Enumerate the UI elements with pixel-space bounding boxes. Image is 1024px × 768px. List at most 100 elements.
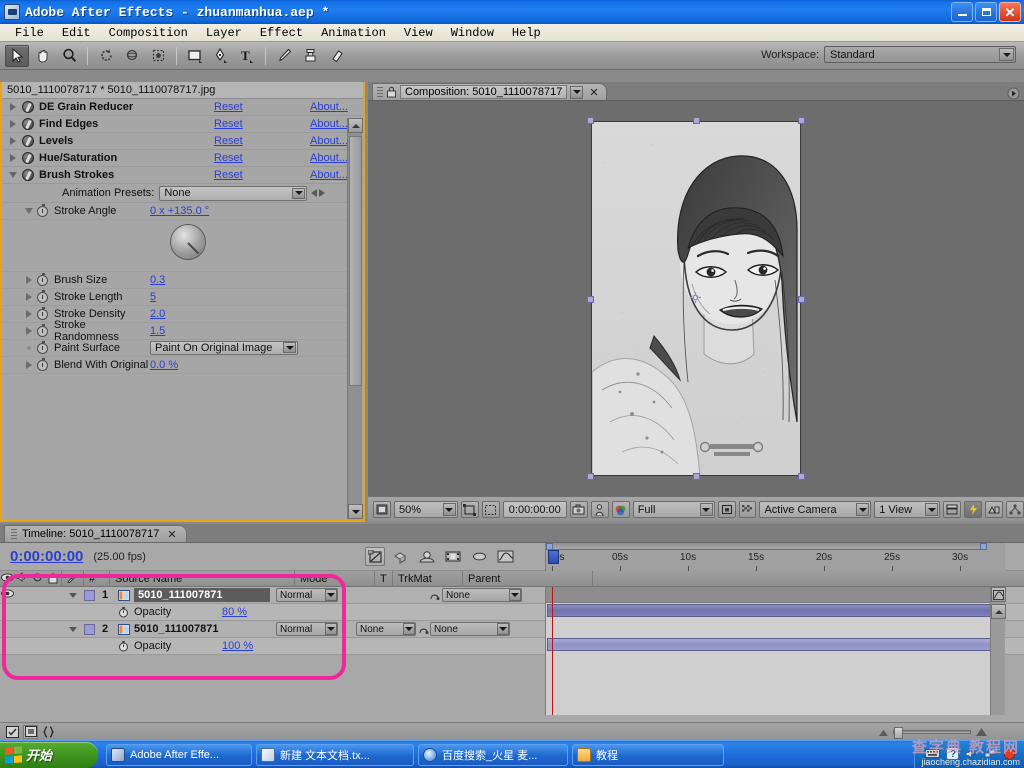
- workspace-select[interactable]: Standard: [824, 46, 1016, 63]
- chevron-down-icon[interactable]: [25, 208, 33, 214]
- scroll-up-button[interactable]: [991, 604, 1006, 619]
- chevron-down-icon[interactable]: [856, 503, 870, 516]
- label-color-chip[interactable]: [84, 589, 98, 601]
- layer-duration-bar[interactable]: [547, 638, 997, 651]
- pixel-aspect-icon[interactable]: [943, 501, 962, 518]
- always-preview-icon[interactable]: [373, 501, 391, 518]
- effect-row[interactable]: Find Edges Reset About...: [2, 116, 363, 133]
- menu-animation[interactable]: Animation: [312, 25, 395, 41]
- stopwatch-icon[interactable]: [37, 272, 48, 286]
- param-value[interactable]: 2.0: [150, 308, 165, 320]
- chevron-down-icon[interactable]: [442, 503, 456, 516]
- graph-editor-icon[interactable]: [495, 547, 515, 566]
- chevron-right-icon[interactable]: [26, 293, 32, 301]
- header-number[interactable]: #: [84, 570, 110, 587]
- close-icon[interactable]: ✕: [586, 86, 601, 99]
- scroll-thumb[interactable]: [349, 136, 362, 386]
- zoom-track[interactable]: [893, 727, 971, 739]
- chevron-down-icon[interactable]: [9, 172, 17, 178]
- transform-handle-bc[interactable]: [693, 472, 700, 480]
- work-area-start-handle[interactable]: [546, 543, 553, 550]
- timeline-work-area-bar[interactable]: [546, 543, 987, 550]
- camera-select[interactable]: Active Camera: [759, 501, 872, 518]
- type-tool[interactable]: T: [235, 45, 259, 67]
- playhead[interactable]: [552, 587, 553, 715]
- channel-rgb-icon[interactable]: [611, 501, 630, 518]
- snapshot-icon[interactable]: [569, 501, 588, 518]
- antivirus-tray-icon[interactable]: [1003, 748, 1016, 763]
- effect-reset-link[interactable]: Reset: [214, 135, 310, 147]
- transform-handle-br[interactable]: [798, 472, 805, 480]
- menu-window[interactable]: Window: [442, 25, 503, 41]
- rotation-tool[interactable]: [94, 45, 118, 67]
- close-button[interactable]: ✕: [999, 2, 1021, 22]
- next-preset-icon[interactable]: [319, 189, 326, 197]
- stopwatch-icon[interactable]: [37, 203, 48, 217]
- expand-layer-toggle[interactable]: [62, 626, 84, 632]
- panel-expand-arrow[interactable]: [1006, 86, 1020, 100]
- layer-parent-select[interactable]: None: [430, 622, 510, 636]
- stroke-angle-dial[interactable]: [170, 224, 206, 260]
- stopwatch-icon[interactable]: [116, 606, 130, 618]
- header-trkmat[interactable]: TrkMat: [393, 570, 463, 587]
- stopwatch-icon[interactable]: [37, 289, 48, 303]
- layer-mode-select[interactable]: Normal: [276, 588, 338, 602]
- stopwatch-icon[interactable]: [37, 340, 48, 354]
- tab-timeline[interactable]: Timeline: 5010_1110078717 ✕: [4, 525, 187, 542]
- effect-controls-scrollbar[interactable]: [347, 118, 363, 519]
- effect-row-brush-strokes[interactable]: Brush Strokes Reset About...: [2, 167, 363, 184]
- transform-handle-ml[interactable]: [587, 295, 594, 303]
- timeline-graph-area[interactable]: [545, 587, 1006, 715]
- taskbar-item-browser[interactable]: 百度搜索_火星 麦...: [418, 743, 568, 766]
- start-button[interactable]: 开始: [0, 741, 98, 768]
- hide-shy-layers-icon[interactable]: [417, 547, 437, 566]
- effect-about-link[interactable]: About...: [310, 169, 348, 181]
- effect-about-link[interactable]: About...: [310, 101, 348, 113]
- close-icon[interactable]: ✕: [164, 528, 179, 541]
- toggle-switches-modes-icon-2[interactable]: [23, 724, 38, 739]
- property-value[interactable]: 80 %: [222, 606, 247, 618]
- taskbar-item-notepad[interactable]: 新建 文本文档.tx...: [256, 743, 414, 766]
- timeline-ruler[interactable]: 0s 05s 10s 15s 20s 25s 30s: [545, 543, 1005, 571]
- param-value[interactable]: 0.3: [150, 274, 165, 286]
- scroll-up-button[interactable]: [348, 118, 363, 133]
- paint-surface-select[interactable]: Paint On Original Image: [150, 341, 298, 355]
- animation-presets-select[interactable]: None: [159, 185, 308, 201]
- layer-mode-select[interactable]: Normal: [276, 622, 338, 636]
- effect-row[interactable]: DE Grain Reducer Reset About...: [2, 99, 363, 116]
- layer-duration-bar[interactable]: [547, 604, 997, 617]
- transparency-grid-icon[interactable]: [481, 501, 500, 518]
- transform-handle-tr[interactable]: [798, 116, 805, 124]
- menu-composition[interactable]: Composition: [100, 25, 197, 41]
- stopwatch-icon[interactable]: [37, 357, 48, 371]
- chevron-right-icon[interactable]: [26, 327, 32, 335]
- menu-edit[interactable]: Edit: [53, 25, 100, 41]
- header-parent[interactable]: Parent: [463, 570, 593, 587]
- transform-handle-tc[interactable]: [693, 116, 700, 124]
- layer-source-name[interactable]: 5010_111007871: [134, 588, 270, 602]
- selection-tool[interactable]: [5, 44, 29, 67]
- hand-tool[interactable]: [31, 45, 55, 67]
- layer-trkmat-select[interactable]: None: [356, 622, 416, 636]
- chevron-down-icon[interactable]: [292, 187, 306, 199]
- parent-pickwhip-icon[interactable]: [426, 590, 442, 601]
- zoom-tool[interactable]: [57, 45, 81, 67]
- param-row-brush-size[interactable]: Brush Size 0.3: [2, 272, 363, 289]
- panel-menu-icon[interactable]: [570, 85, 584, 99]
- draft-3d-icon[interactable]: [391, 547, 411, 566]
- scroll-down-button[interactable]: [348, 504, 363, 519]
- effect-reset-link[interactable]: Reset: [214, 152, 310, 164]
- tab-composition[interactable]: Composition: 5010_1110078717 ✕: [372, 83, 607, 100]
- lock-icon[interactable]: [386, 86, 397, 98]
- brush-tool[interactable]: [272, 45, 296, 67]
- timeline-zoom-slider[interactable]: [878, 726, 988, 739]
- visibility-toggle[interactable]: [0, 589, 14, 601]
- chevron-down-icon[interactable]: [283, 342, 296, 353]
- expression-braces-icon[interactable]: [41, 725, 56, 739]
- composition-canvas[interactable]: [368, 101, 1024, 495]
- param-row-stroke-angle[interactable]: Stroke Angle 0 x +135.0 °: [2, 203, 363, 220]
- transform-handle-tl[interactable]: [587, 116, 594, 124]
- eraser-tool[interactable]: [324, 45, 348, 67]
- effect-reset-link[interactable]: Reset: [214, 101, 310, 113]
- param-value[interactable]: 1.5: [150, 325, 165, 337]
